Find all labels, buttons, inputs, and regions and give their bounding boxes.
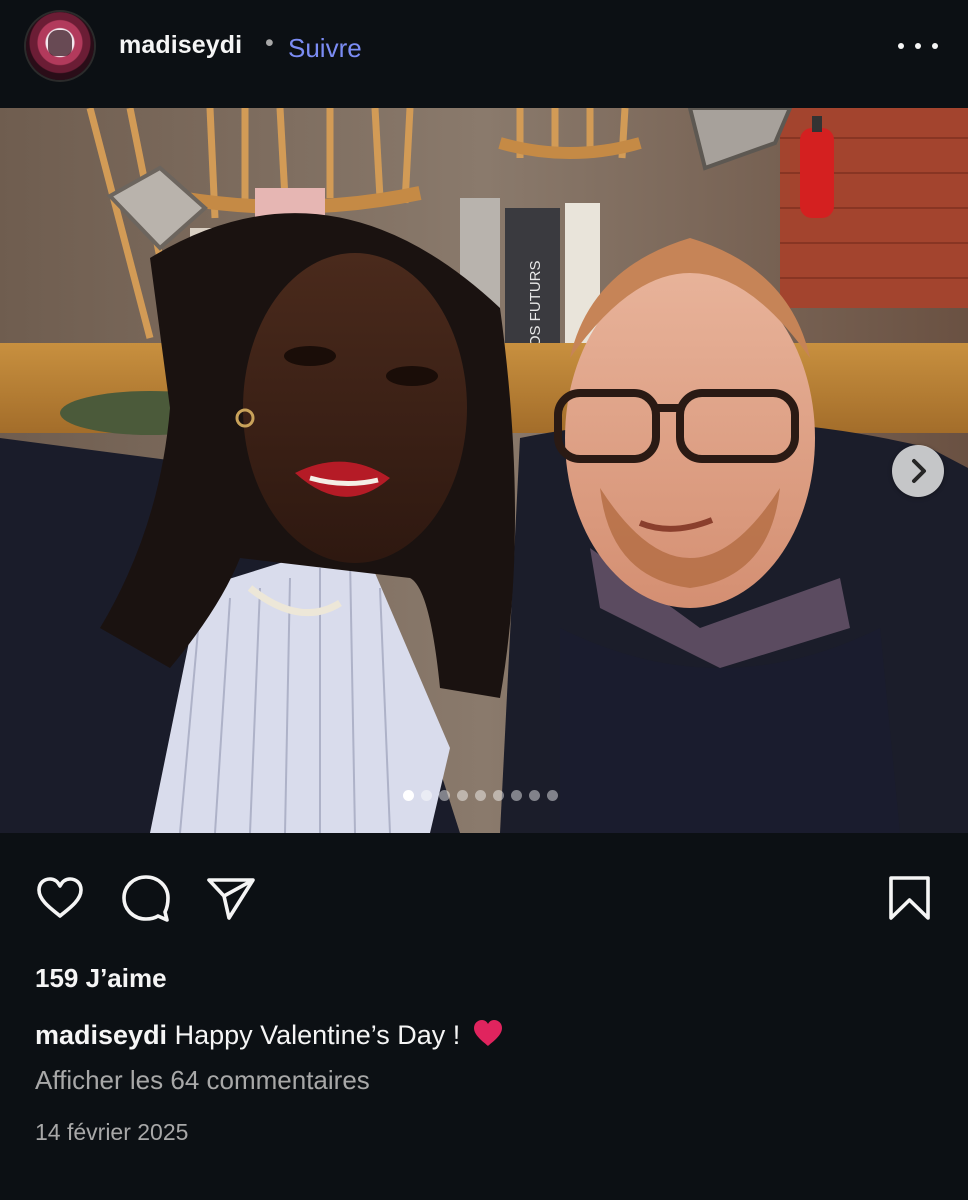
profile-avatar[interactable] <box>26 12 94 80</box>
likes-count[interactable]: 159 J’aime <box>35 963 167 994</box>
more-options-icon[interactable] <box>898 32 938 60</box>
carousel-dot <box>547 790 558 801</box>
carousel-dot <box>475 790 486 801</box>
heart-outline-icon <box>37 877 83 918</box>
view-comments-link[interactable]: Afficher les 64 commentaires <box>35 1065 370 1096</box>
carousel-indicator <box>403 790 558 802</box>
carousel-dot <box>529 790 540 801</box>
caption-text: Happy Valentine’s Day ! <box>174 1020 461 1050</box>
save-button[interactable] <box>884 872 936 924</box>
carousel-next-button[interactable] <box>892 445 944 497</box>
header-separator: • <box>265 29 274 57</box>
header-username[interactable]: madiseydi <box>119 31 242 60</box>
chevron-right-icon <box>912 459 926 483</box>
like-button[interactable] <box>34 872 86 924</box>
carousel-dot <box>493 790 504 801</box>
post-photo-illustration: NOS FUTURS <box>0 108 968 833</box>
caption-username[interactable]: madiseydi <box>35 1020 167 1050</box>
bookmark-outline-icon <box>889 876 930 920</box>
post-caption: madiseydi Happy Valentine’s Day ! <box>35 1018 504 1055</box>
carousel-dot <box>439 790 450 801</box>
follow-button[interactable]: Suivre <box>288 33 362 64</box>
carousel-dot-active <box>403 790 414 801</box>
post-header: madiseydi • Suivre <box>0 0 968 108</box>
share-button[interactable] <box>205 872 257 924</box>
carousel-dot <box>457 790 468 801</box>
speech-bubble-icon <box>122 875 170 922</box>
post-date: 14 février 2025 <box>35 1119 189 1145</box>
paper-plane-icon <box>207 878 255 920</box>
post-image[interactable]: NOS FUTURS <box>0 108 968 833</box>
red-heart-emoji-icon <box>472 1018 504 1055</box>
carousel-dot <box>511 790 522 801</box>
comment-button[interactable] <box>120 872 172 924</box>
carousel-dot <box>421 790 432 801</box>
